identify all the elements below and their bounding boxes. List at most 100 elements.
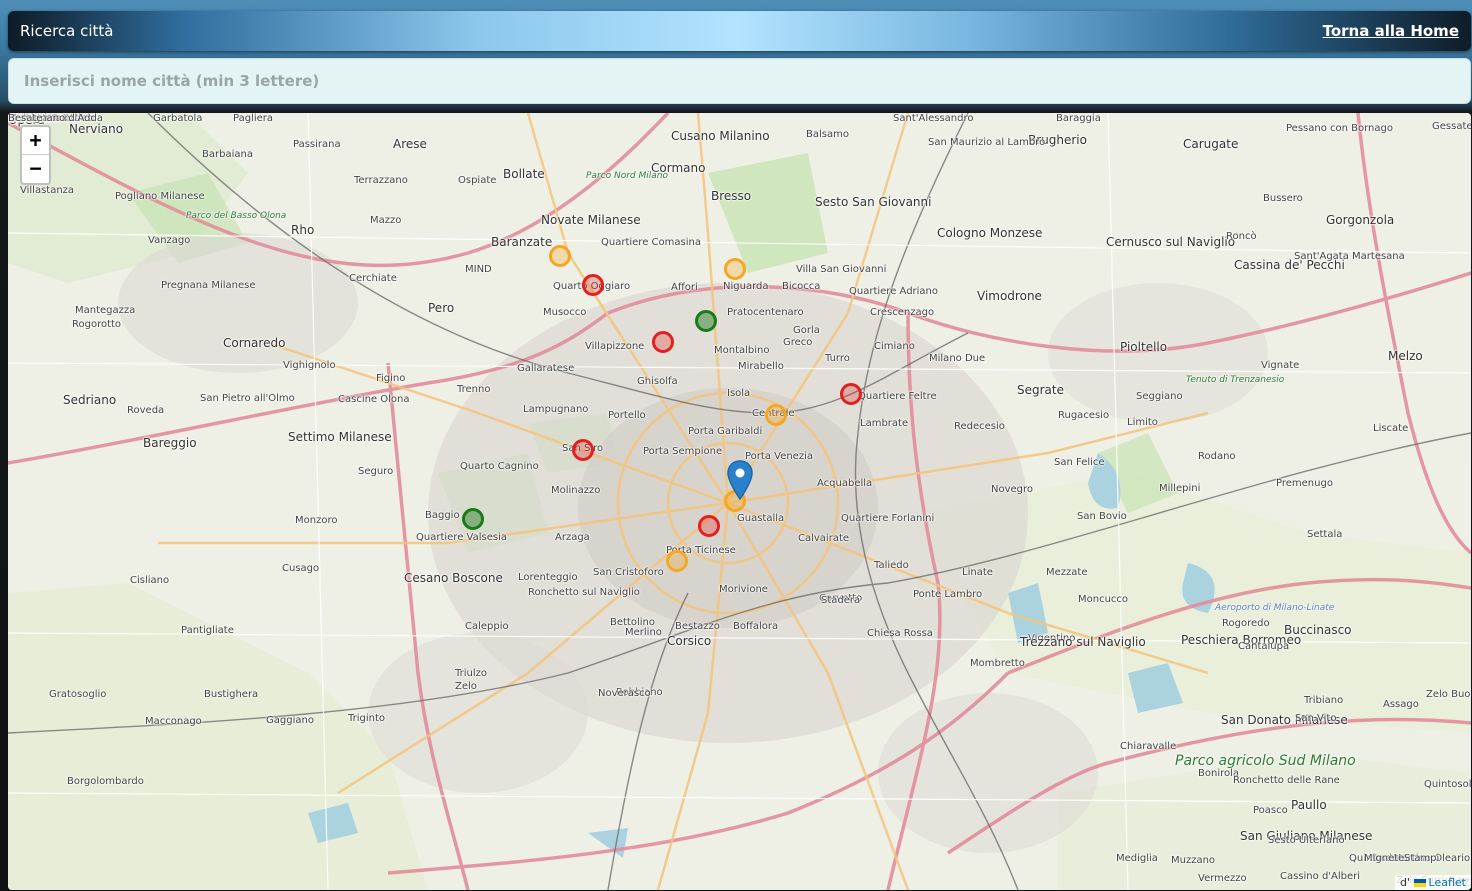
place-label: Sesto Ulteriano: [1268, 835, 1345, 846]
place-label: Nerviano: [69, 122, 124, 136]
place-label: Garbatola: [153, 113, 203, 124]
city-marker-red[interactable]: [698, 515, 720, 537]
place-label: Vignate: [1261, 360, 1300, 371]
place-label: Greco: [783, 337, 813, 348]
place-label: Trenno: [457, 384, 491, 395]
city-marker-orange[interactable]: [765, 404, 787, 426]
place-label: Ospiate: [458, 175, 497, 186]
place-label: Terrazzano: [354, 175, 408, 186]
place-label: Pero: [428, 301, 455, 315]
place-label: Zelo: [455, 681, 477, 692]
city-marker-red[interactable]: [582, 274, 604, 296]
place-label: Sant'Alessandro: [893, 113, 974, 124]
place-label: Musocco: [543, 307, 587, 318]
place-label: Gorgonzola: [1326, 213, 1395, 227]
attribution-prefix: d': [1400, 876, 1411, 889]
place-label: MIND: [465, 264, 492, 275]
place-label: Cusago: [282, 563, 320, 574]
place-label: Milano Due: [929, 353, 986, 364]
header-bar: Ricerca città Torna alla Home: [8, 11, 1471, 51]
place-label: Quartiere Adriano: [849, 286, 939, 297]
place-label: Cerchiate: [349, 273, 397, 284]
place-label: Carugate: [1183, 137, 1239, 151]
place-label: Boffalora: [733, 621, 779, 632]
place-label: Pogliano Milanese: [115, 191, 205, 202]
place-label: Chiesa Rossa: [867, 628, 933, 639]
zoom-control: + −: [20, 125, 51, 185]
place-label: Tenuto di Trenzanesio: [1186, 375, 1285, 385]
location-pin-icon[interactable]: [727, 460, 753, 500]
place-label: Figino: [376, 373, 406, 384]
place-label: Cisliano: [130, 575, 170, 586]
city-marker-red[interactable]: [840, 383, 862, 405]
place-label: Balsamo: [806, 129, 849, 140]
place-label: Tribiano: [1304, 695, 1344, 706]
place-label: San Bovio: [1077, 511, 1127, 522]
place-label: Triginto: [348, 713, 386, 724]
place-label: Ponte Lambro: [913, 589, 983, 600]
place-label: Cantalupa: [1238, 641, 1290, 652]
place-label: Seguro: [358, 466, 394, 477]
city-marker-green[interactable]: [462, 508, 484, 530]
place-label: Sesto San Giovanni: [815, 195, 932, 209]
place-label: Merlino: [625, 627, 662, 638]
place-label: Redecesio: [954, 421, 1005, 432]
place-label: Parco agricolo Sud Milano: [1175, 753, 1356, 769]
place-label: Pregnana Milanese: [161, 280, 256, 291]
city-marker-red[interactable]: [572, 439, 594, 461]
place-label: Mediglia: [1116, 853, 1158, 864]
place-label: Parco Nord Milano: [586, 171, 668, 181]
place-label: Baranzate: [491, 235, 553, 249]
home-link[interactable]: Torna alla Home: [1323, 22, 1459, 40]
place-label: Noverasco: [598, 688, 651, 699]
place-label: Sedriano: [63, 393, 117, 407]
place-label: Limito: [1127, 417, 1158, 428]
place-label: Parco del Basso Olona: [186, 211, 287, 221]
city-marker-orange[interactable]: [724, 258, 746, 280]
place-label: Mantegazza: [75, 305, 136, 316]
zoom-in-button[interactable]: +: [22, 127, 49, 155]
place-label: Ronchetto sul Naviglio: [528, 587, 640, 598]
place-label: Pagliera: [233, 113, 274, 124]
place-label: Gessate: [1432, 121, 1471, 132]
place-label: Ronchetto delle Rane: [1233, 775, 1340, 786]
place-label: San Maurizio al Lambro: [928, 137, 1046, 148]
city-search-input[interactable]: [8, 58, 1471, 104]
place-label: Isola: [727, 388, 751, 399]
place-label: Monzoro: [295, 515, 338, 526]
place-label: Mignete: [1364, 853, 1405, 864]
place-label: Stadera: [821, 595, 861, 606]
place-label: Guastalla: [737, 513, 785, 524]
map-attribution: d' Leaflet: [1395, 875, 1471, 890]
city-marker-orange[interactable]: [666, 550, 688, 572]
place-label: Pioltello: [1120, 340, 1168, 354]
city-marker-orange[interactable]: [549, 245, 571, 267]
city-marker-green[interactable]: [695, 310, 717, 332]
place-label: Sant'Agata Martesana: [1294, 251, 1405, 262]
place-label: Quartiere Valsesia: [416, 532, 507, 543]
app-frame: Ricerca città Torna alla Home Inserisci …: [0, 0, 1472, 891]
place-label: Quintosole: [1424, 779, 1471, 790]
place-label: Quartiere Comasina: [601, 237, 701, 248]
place-label: Melzo: [1388, 349, 1423, 363]
place-label: Cologno Monzese: [937, 226, 1043, 240]
place-label: Pessano con Bornago: [1286, 123, 1393, 134]
place-label: Poasco: [1253, 805, 1288, 816]
place-label: Bareggio: [143, 436, 197, 450]
leaflet-link[interactable]: Leaflet: [1429, 876, 1466, 889]
place-label: Villapizzone: [585, 341, 645, 352]
zoom-out-button[interactable]: −: [22, 155, 49, 183]
place-label: Calvairate: [798, 533, 850, 544]
place-label: Caleppio: [465, 621, 509, 632]
page-title: Ricerca città: [20, 22, 114, 40]
place-label: Gaggiano: [266, 715, 314, 726]
place-label: Liscate: [1373, 423, 1409, 434]
place-label: Crescenzago: [870, 307, 935, 318]
place-label: Porta Sempione: [643, 446, 723, 457]
place-label: Rugacesio: [1058, 410, 1110, 421]
place-label: Vanzago: [148, 235, 191, 246]
place-label: Cornaredo: [223, 336, 286, 350]
city-marker-red[interactable]: [652, 331, 674, 353]
place-label: Pratocentenaro: [727, 307, 804, 318]
map-container[interactable]: Nerviano Garbatola Pagliera Arese Cusano Mil…: [8, 113, 1471, 890]
